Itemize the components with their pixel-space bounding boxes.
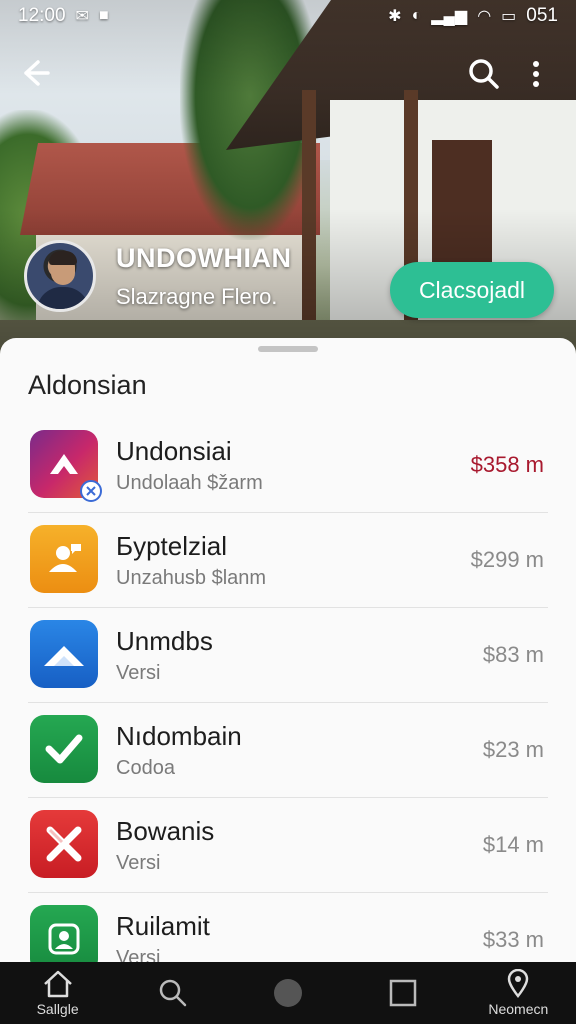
mail-icon: ✉ xyxy=(75,8,89,25)
bottom-sheet: Aldonsian Undonsiai Undolaah $žarm $358 … xyxy=(0,338,576,962)
bottom-nav: Sallgle Neomecn xyxy=(0,962,576,1024)
battery-icon: ▭ xyxy=(501,8,517,25)
item-title: Undonsiai xyxy=(116,436,232,466)
profile-header: UNDOWHIAN Slazragne Flero. xyxy=(24,240,291,312)
location-icon xyxy=(508,969,529,998)
signal-icon: ▂▄▆ xyxy=(431,8,468,25)
sheet-drag-handle[interactable] xyxy=(258,346,318,352)
battery-level: 051 xyxy=(526,5,558,26)
x-icon xyxy=(30,810,98,878)
sheet-title: Aldonsian xyxy=(28,370,147,400)
square-icon xyxy=(389,979,417,1007)
alarm-icon: ◐ xyxy=(411,7,422,24)
chat-person-icon xyxy=(30,525,98,593)
nav-location-label: Neomecn xyxy=(488,1001,549,1017)
wifi-icon: ◠ xyxy=(477,8,492,25)
bluetooth-icon: ✱ xyxy=(388,8,402,25)
profile-subtitle: Slazragne Flero. xyxy=(116,283,278,309)
item-subtitle: Codoa xyxy=(116,757,175,779)
user-icon xyxy=(30,905,98,962)
close-badge-icon xyxy=(80,480,102,502)
list-item[interactable]: Bowanis Versi $14 m xyxy=(28,798,548,893)
list-item[interactable]: Unmdbs Versi $83 m xyxy=(28,608,548,703)
nav-home[interactable]: Sallgle xyxy=(3,962,113,1024)
status-bar: 12:00 ✉ ■ ✱ ◐ ▂▄▆ ◠ ▭ 051 xyxy=(0,0,576,32)
home-icon xyxy=(43,970,72,998)
item-title: Ruilamit xyxy=(116,911,210,941)
item-subtitle: Versi xyxy=(116,852,161,874)
item-price: $299 m xyxy=(470,547,544,572)
item-price: $14 m xyxy=(482,832,544,857)
contact-button[interactable]: Clacsojadl xyxy=(390,262,554,318)
more-vertical-icon xyxy=(533,61,539,87)
circle-icon xyxy=(273,979,302,1007)
item-title: Unmdbs xyxy=(116,626,213,656)
search-button[interactable] xyxy=(466,56,506,100)
cloud-icon xyxy=(30,620,98,688)
item-subtitle: Versi xyxy=(116,662,161,684)
search-icon xyxy=(469,59,499,89)
item-price: $33 m xyxy=(482,927,544,952)
item-subtitle: Undolaah $žarm xyxy=(116,472,263,494)
list-item[interactable]: Бyptelzial Unzahusb $lanm $299 m xyxy=(28,513,548,608)
item-price: $358 m xyxy=(470,452,544,477)
arrow-left-icon xyxy=(24,60,50,86)
back-button[interactable] xyxy=(18,56,62,100)
item-subtitle: Unzahusb $lanm xyxy=(116,567,267,589)
item-price: $83 m xyxy=(482,642,544,667)
item-subtitle: Versi xyxy=(116,947,161,962)
avatar[interactable] xyxy=(24,240,96,312)
list-item[interactable]: Undonsiai Undolaah $žarm $358 m xyxy=(28,418,548,513)
item-price: $23 m xyxy=(482,737,544,762)
profile-name: UNDOWHIAN xyxy=(116,242,292,273)
camera-icon: ■ xyxy=(98,7,109,24)
nav-home-label: Sallgle xyxy=(36,1001,79,1017)
item-title: Bowanis xyxy=(116,816,215,846)
nav-search[interactable] xyxy=(118,962,228,1024)
item-title: Nıdombain xyxy=(116,721,242,751)
nav-home-button[interactable] xyxy=(233,962,343,1024)
list-item[interactable]: Nıdombain Codoa $23 m xyxy=(28,703,548,798)
search-icon xyxy=(159,979,187,1007)
more-options-button[interactable] xyxy=(526,56,556,100)
app-list: Undonsiai Undolaah $žarm $358 m Бyptelzi… xyxy=(0,418,576,962)
top-bar xyxy=(0,48,576,104)
nav-location[interactable]: Neomecn xyxy=(463,962,573,1024)
status-time: 12:00 xyxy=(18,5,66,26)
item-title: Бyptelzial xyxy=(116,531,227,561)
nav-recents-button[interactable] xyxy=(348,962,458,1024)
list-item[interactable]: Ruilamit Versi $33 m xyxy=(28,893,548,962)
check-icon xyxy=(30,715,98,783)
